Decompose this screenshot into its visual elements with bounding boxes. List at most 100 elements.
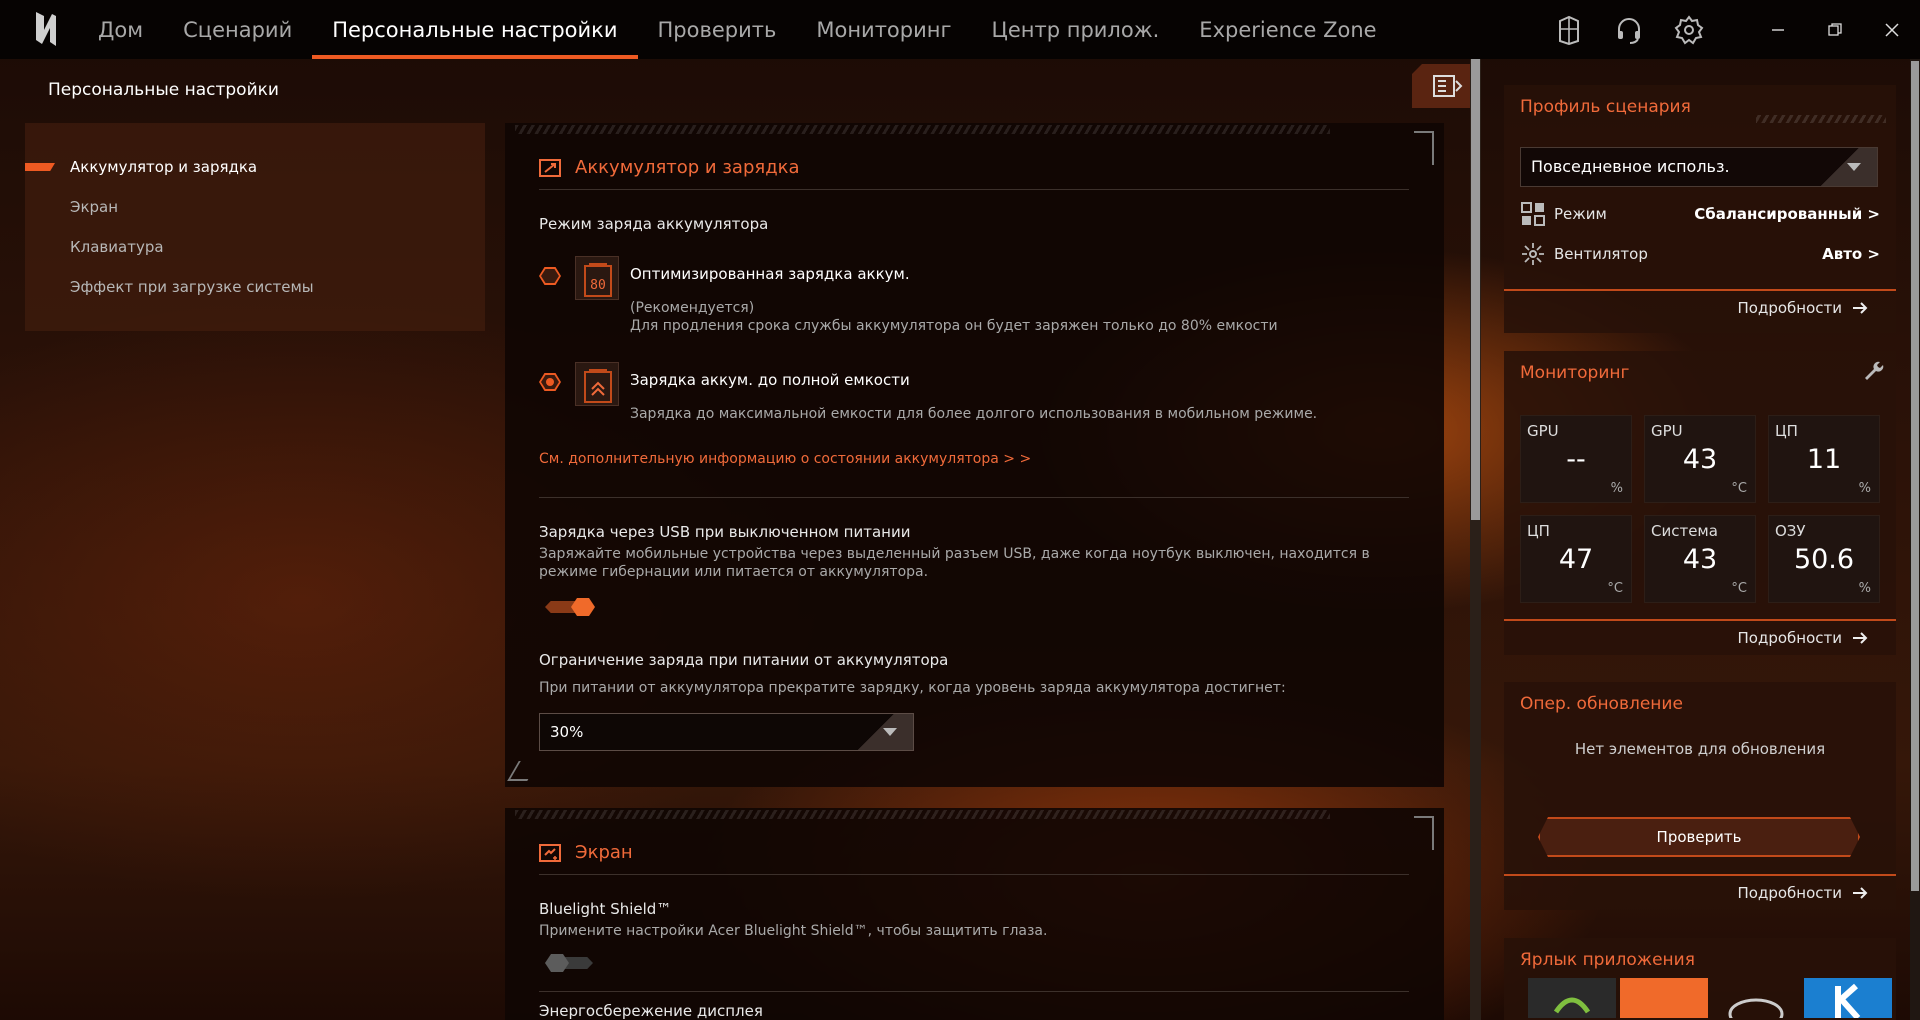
main-scrollbar-thumb[interactable] [1471, 59, 1480, 520]
full-charge-desc: Зарядка до максимальной емкости для боле… [630, 406, 1318, 422]
nvidia-app-icon[interactable] [1528, 978, 1616, 1018]
monitoring-card: Мониторинг GPU --% GPU 43 °C ЦП 11% ЦП 47 °C С… [1504, 351, 1896, 655]
mode-value: Сбалансированный > [1694, 205, 1880, 223]
divider [539, 189, 1409, 190]
display-power-saving-title: Энергосбережение дисплея [539, 1002, 763, 1020]
close-icon[interactable] [1863, 0, 1920, 59]
minimize-icon[interactable] [1749, 0, 1806, 59]
section-title: Экран [575, 842, 633, 863]
update-status: Нет элементов для обновления [1574, 740, 1826, 758]
top-icons [1539, 0, 1920, 59]
nav-experience-zone[interactable]: Experience Zone [1179, 0, 1396, 59]
tile-label: ЦП [1775, 422, 1798, 440]
main-nav: Дом Сценарий Персональные настройки Пров… [78, 0, 1397, 59]
card-stripe [1756, 115, 1886, 123]
profile-details-link[interactable]: Подробности [1738, 299, 1869, 317]
tile-unit: % [1858, 481, 1871, 496]
nav-scenario[interactable]: Сценарий [163, 0, 312, 59]
tile-label: GPU [1651, 422, 1683, 440]
arrow-right-icon [1853, 887, 1868, 899]
usb-charge-toggle[interactable] [545, 598, 595, 616]
panel-corner [507, 761, 539, 781]
nav-app-center[interactable]: Центр прилож. [972, 0, 1180, 59]
monitoring-details-link[interactable]: Подробности [1738, 629, 1869, 647]
profile-card-title: Профиль сценария [1520, 97, 1691, 117]
card-accent-line [1504, 874, 1896, 876]
arrow-right-icon [1853, 302, 1868, 314]
grid-icon [1521, 202, 1545, 226]
full-charge-radio[interactable] [539, 373, 561, 391]
monitor-tile-cpu-usage[interactable]: ЦП 11% [1768, 415, 1880, 503]
headset-icon[interactable] [1599, 0, 1659, 59]
bluelight-toggle[interactable] [545, 954, 595, 972]
panel-stripe [515, 810, 1330, 819]
wrench-icon[interactable] [1862, 359, 1884, 381]
mode-row[interactable]: Режим Сбалансированный > [1520, 199, 1880, 229]
optimized-charge-title: Оптимизированная зарядка аккум. [630, 265, 910, 283]
tile-value: 43 [1682, 544, 1718, 575]
update-card-title: Опер. обновление [1520, 694, 1683, 714]
details-label: Подробности [1737, 629, 1843, 647]
battery-section-icon [539, 158, 561, 177]
toggle-knob [545, 954, 569, 972]
profile-select-value: Повседневное использ. [1531, 157, 1730, 176]
update-card: Опер. обновление Нет элементов для обнов… [1504, 682, 1896, 910]
charge-limit-desc: При питании от аккумулятора прекратите з… [539, 680, 1286, 696]
fan-value: Авто > [1822, 245, 1880, 263]
monitoring-card-title: Мониторинг [1520, 363, 1630, 383]
optimized-charge-desc: Для продления срока службы аккумулятора … [630, 318, 1278, 334]
battery-80-icon: 80 [575, 256, 619, 300]
k-app-icon[interactable] [1804, 978, 1892, 1020]
nav-monitoring[interactable]: Мониторинг [796, 0, 971, 59]
monitor-tile-cpu-temp[interactable]: ЦП 47 °C [1520, 515, 1632, 603]
charge-limit-select[interactable]: 30% [539, 713, 914, 751]
fan-row[interactable]: Вентилятор Авто > [1520, 239, 1880, 269]
details-label: Подробности [1737, 884, 1843, 902]
page-title: Персональные настройки [48, 80, 279, 100]
divider [539, 991, 1409, 992]
app-logo-icon[interactable] [30, 10, 62, 48]
battery-full-icon [575, 362, 619, 406]
toggle-knob [571, 598, 595, 616]
ring-app-icon[interactable] [1712, 978, 1800, 1020]
tile-value: 11 [1806, 444, 1842, 475]
gear-icon[interactable] [1659, 0, 1719, 59]
tile-label: GPU [1527, 422, 1559, 440]
tile-unit: % [1610, 481, 1623, 496]
optimized-charge-radio[interactable] [539, 267, 561, 285]
details-label: Подробности [1737, 299, 1843, 317]
nav-check[interactable]: Проверить [638, 0, 797, 59]
nav-home[interactable]: Дом [78, 0, 163, 59]
bluelight-desc: Примените настройки Acer Bluelight Shiel… [539, 923, 1048, 939]
battery-badge: 80 [590, 278, 606, 293]
tile-value: 43 [1682, 444, 1718, 475]
tile-label: ОЗУ [1775, 522, 1806, 540]
collapse-sidebar-button[interactable] [1412, 64, 1476, 108]
orange-app-icon[interactable] [1620, 978, 1708, 1018]
subnav-keyboard[interactable]: Клавиатура [25, 227, 485, 267]
profile-select[interactable]: Повседневное использ. [1520, 147, 1878, 187]
monitor-tile-gpu-temp[interactable]: GPU 43 °C [1644, 415, 1756, 503]
nav-personal-settings[interactable]: Персональные настройки [312, 0, 638, 59]
device-icon[interactable] [1539, 0, 1599, 59]
fan-label: Вентилятор [1554, 245, 1648, 263]
monitor-tile-gpu-usage[interactable]: GPU --% [1520, 415, 1632, 503]
card-accent-line [1504, 289, 1896, 291]
chevron-down-icon [1821, 148, 1877, 186]
monitor-tile-system-temp[interactable]: Система 43 °C [1644, 515, 1756, 603]
battery-health-link[interactable]: См. дополнительную информацию о состояни… [539, 451, 1031, 467]
settings-subnav: Аккумулятор и зарядка Экран Клавиатура Э… [25, 123, 485, 331]
update-details-link[interactable]: Подробности [1738, 884, 1869, 902]
restore-icon[interactable] [1806, 0, 1863, 59]
subnav-boot-effect[interactable]: Эффект при загрузке системы [25, 267, 485, 307]
divider [539, 874, 1409, 875]
sidebar-scrollbar-thumb[interactable] [1911, 61, 1919, 891]
panel-stripe [515, 125, 1330, 134]
monitor-tile-ram[interactable]: ОЗУ 50.6% [1768, 515, 1880, 603]
collapse-icon [1433, 75, 1463, 97]
tile-value: 47 [1558, 544, 1594, 575]
check-updates-button[interactable]: Проверить [1538, 817, 1860, 857]
subnav-battery[interactable]: Аккумулятор и зарядка [25, 147, 485, 187]
subnav-screen[interactable]: Экран [25, 187, 485, 227]
usb-charge-title: Зарядка через USB при выключенном питани… [539, 523, 911, 541]
